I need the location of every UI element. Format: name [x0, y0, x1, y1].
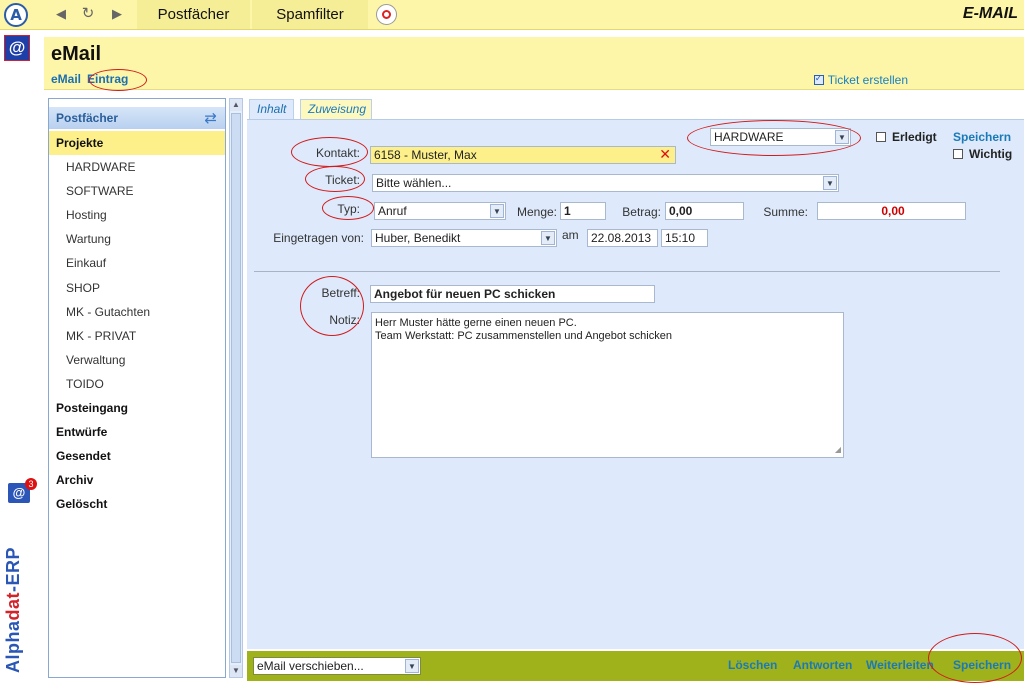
wichtig-checkbox[interactable]: Wichtig [953, 147, 1012, 161]
scroll-down-icon[interactable]: ▼ [230, 665, 242, 677]
sidebar-item-hardware[interactable]: HARDWARE [49, 155, 225, 179]
checkbox-icon [953, 149, 963, 159]
resize-grip-icon[interactable]: ◢ [835, 443, 841, 456]
chevron-down-icon: ▼ [405, 659, 419, 673]
ticket-icon [813, 73, 824, 85]
erledigt-checkbox[interactable]: Erledigt [876, 130, 937, 144]
project-select[interactable]: HARDWARE ▼ [710, 128, 851, 146]
scroll-up-icon[interactable]: ▲ [230, 99, 242, 111]
chevron-down-icon: ▼ [835, 130, 849, 144]
sidebar-title: Postfächer [56, 111, 119, 125]
betrag-field[interactable]: 0,00 [665, 202, 744, 220]
save-top-button[interactable]: Speichern [953, 130, 1011, 144]
am-label: am [562, 228, 579, 242]
breadcrumb-eintrag[interactable]: Eintrag [87, 72, 128, 86]
betrag-label: Betrag: [622, 205, 661, 219]
delete-button[interactable]: Löschen [728, 658, 777, 672]
chevron-down-icon: ▼ [823, 176, 837, 190]
ticket-label: Ticket: [325, 173, 360, 187]
sidebar-item-projekte[interactable]: Projekte [49, 131, 225, 156]
tab-inhalt[interactable]: Inhalt [249, 99, 294, 120]
notiz-label: Notiz: [329, 313, 360, 327]
menu-spamfilter[interactable]: Spamfilter [252, 0, 368, 29]
target-icon[interactable] [376, 4, 397, 25]
sidebar-item-mk-gutachten[interactable]: MK - Gutachten [49, 300, 225, 324]
tab-zuweisung[interactable]: Zuweisung [300, 99, 372, 120]
summe-field: 0,00 [817, 202, 966, 220]
note-line: Team Werkstatt: PC zusammenstellen und A… [375, 330, 672, 342]
page-title: eMail [51, 43, 102, 65]
menge-label: Menge: [516, 205, 557, 219]
breadcrumb-email[interactable]: eMail [51, 72, 81, 86]
sidebar-item-mk-privat[interactable]: MK - PRIVAT [49, 324, 225, 348]
page-header: eMail eMail Eintrag Ticket erstellen [44, 37, 1024, 90]
eingetragen-select[interactable]: Huber, Benedikt ▼ [371, 229, 557, 247]
date-field[interactable]: 22.08.2013 [587, 229, 658, 247]
summe-label: Summe: [763, 205, 808, 219]
move-email-select[interactable]: eMail verschieben... ▼ [253, 657, 421, 675]
email-app-icon[interactable]: @ [4, 35, 30, 61]
action-footer: eMail verschieben... ▼ Löschen Antworten … [247, 651, 1024, 681]
chevron-down-icon: ▼ [490, 204, 504, 218]
app-strip: @ @ 3 Alphadat-ERP [0, 31, 44, 687]
typ-select[interactable]: Anruf ▼ [374, 202, 506, 220]
sidebar-header: Postfächer ⇄ [49, 107, 225, 129]
refresh-icon[interactable]: ⇄ [204, 109, 217, 127]
notification-badge: 3 [25, 478, 37, 490]
eingetragen-label: Eingetragen von: [273, 231, 364, 245]
scrollbar-thumb[interactable] [231, 113, 241, 663]
checkbox-icon [876, 132, 886, 142]
note-line: Herr Muster hätte gerne einen neuen PC. [375, 317, 577, 329]
sidebar-item-entwürfe[interactable]: Entwürfe [49, 420, 225, 444]
app-logo-icon[interactable]: A [4, 3, 28, 27]
sidebar-item-verwaltung[interactable]: Verwaltung [49, 348, 225, 372]
divider [254, 271, 1000, 272]
sidebar-item-einkauf[interactable]: Einkauf [49, 251, 225, 275]
module-title: E-MAIL [962, 5, 1018, 22]
sidebar-item-gesendet[interactable]: Gesendet [49, 444, 225, 468]
chevron-down-icon: ▼ [541, 231, 555, 245]
menge-field[interactable]: 1 [560, 202, 606, 220]
clear-icon[interactable]: ✕ [659, 147, 671, 162]
ticket-create-link[interactable]: Ticket erstellen [813, 73, 908, 87]
sidebar-item-posteingang[interactable]: Posteingang [49, 396, 225, 420]
sidebar-item-wartung[interactable]: Wartung [49, 227, 225, 251]
kontakt-label: Kontakt: [315, 146, 360, 160]
betreff-label: Betreff: [321, 286, 360, 300]
reload-icon[interactable]: ↻ [80, 6, 96, 22]
breadcrumb: eMail Eintrag [51, 72, 134, 86]
forward-icon[interactable]: ▶ [109, 6, 125, 22]
sidebar-item-archiv[interactable]: Archiv [49, 468, 225, 492]
brand-logo: Alphadat-ERP [3, 546, 23, 673]
typ-label: Typ: [337, 202, 360, 216]
sidebar-list: Projekte HARDWARE SOFTWARE Hosting Wartung Ei… [49, 131, 225, 517]
sidebar-item-shop[interactable]: SHOP [49, 276, 225, 300]
time-field[interactable]: 15:10 [661, 229, 708, 247]
sidebar-item-software[interactable]: SOFTWARE [49, 179, 225, 203]
save-button[interactable]: Speichern [953, 658, 1011, 672]
sidebar-item-toido[interactable]: TOIDO [49, 372, 225, 396]
kontakt-field[interactable]: 6158 - Muster, Max ✕ [370, 146, 676, 164]
reply-button[interactable]: Antworten [793, 658, 852, 672]
ticket-select[interactable]: Bitte wählen... ▼ [372, 174, 839, 192]
sidebar-scrollbar[interactable]: ▲ ▼ [229, 98, 243, 678]
sidebar-item-gelöscht[interactable]: Gelöscht [49, 492, 225, 516]
sidebar-item-hosting[interactable]: Hosting [49, 203, 225, 227]
back-icon[interactable]: ◀ [53, 6, 69, 22]
betreff-field[interactable]: Angebot für neuen PC schicken [370, 285, 655, 303]
forward-button[interactable]: Weiterleiten [866, 658, 934, 672]
top-bar: A ◀ ↻ ▶ Postfächer Spamfilter E-MAIL [0, 0, 1024, 30]
mailbox-sidebar: Postfächer ⇄ Projekte HARDWARE SOFTWARE Hos… [48, 98, 226, 678]
notiz-textarea[interactable]: Herr Muster hätte gerne einen neuen PC. … [371, 312, 844, 458]
menu-postfaecher[interactable]: Postfächer [137, 0, 250, 29]
